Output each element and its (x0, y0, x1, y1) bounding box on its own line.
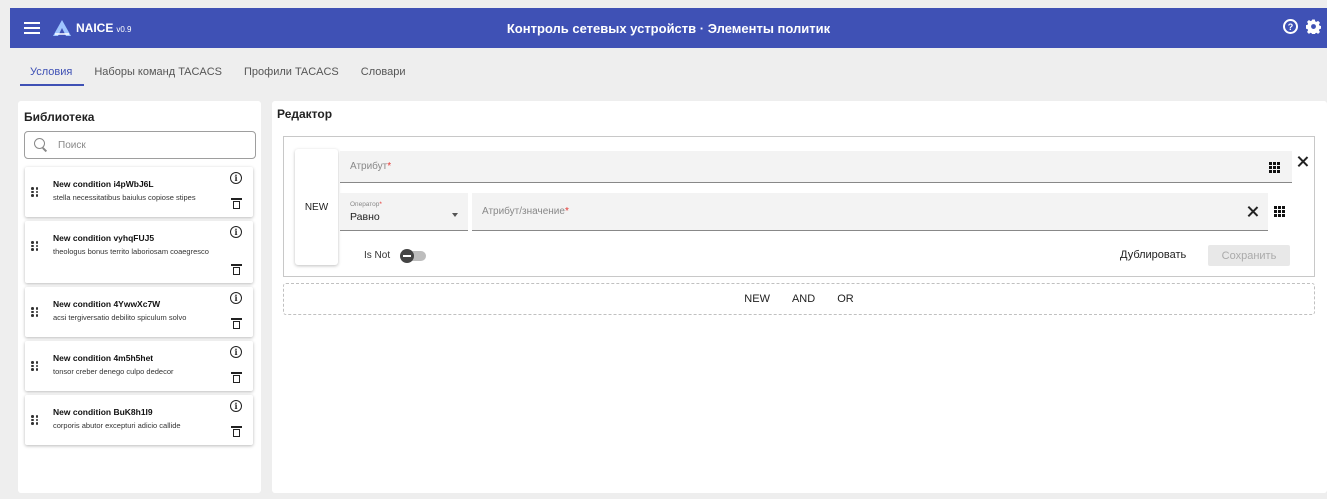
editor-title: Редактор (277, 107, 333, 121)
condition-description: theologus bonus territo laboriosam coaeg… (53, 247, 209, 256)
attribute-value-label: Атрибут/значение* (482, 206, 569, 217)
condition-item[interactable]: New condition vyhqFUJ5 theologus bonus t… (25, 221, 253, 283)
app-header: NAICE v0.9 Контроль сетевых устройств · Э… (10, 8, 1327, 48)
library-title: Библиотека (24, 110, 95, 124)
delete-icon[interactable] (231, 264, 242, 275)
condition-item[interactable]: New condition BuK8h1I9 corporis abutor e… (25, 395, 253, 445)
info-icon[interactable]: i (230, 292, 242, 304)
new-tag: NEW (295, 149, 338, 265)
grid-icon[interactable] (1269, 162, 1280, 173)
drag-handle-icon[interactable] (31, 241, 38, 251)
attribute-label: Атрибут* (350, 161, 392, 172)
tab-conditions[interactable]: Условия (20, 66, 85, 86)
delete-icon[interactable] (231, 198, 242, 209)
attribute-value-field[interactable]: Атрибут/значение* (472, 193, 1268, 231)
attribute-field[interactable]: Атрибут* (340, 151, 1292, 183)
delete-icon[interactable] (231, 318, 242, 329)
info-icon[interactable]: i (230, 346, 242, 358)
grid-icon[interactable] (1274, 206, 1285, 217)
tab-tacacs-command-sets[interactable]: Наборы команд TACACS (84, 66, 234, 86)
condition-description: corporis abutor excepturi adicio callide (53, 421, 181, 430)
condition-title: New condition i4pWbJ6L (53, 179, 154, 189)
add-new-button[interactable]: NEW (744, 293, 770, 305)
condition-description: stella necessitatibus baiulus copiose st… (53, 193, 196, 202)
tab-bar: Условия Наборы команд TACACS Профили TAC… (20, 66, 418, 86)
info-icon[interactable]: i (230, 226, 242, 238)
gear-icon[interactable] (1306, 19, 1321, 34)
condition-description: tonsor creber denego culpo dedecor (53, 367, 174, 376)
is-not-toggle[interactable] (400, 249, 426, 263)
drag-handle-icon[interactable] (31, 361, 38, 371)
operator-value: Равно (350, 211, 380, 223)
drag-handle-icon[interactable] (31, 307, 38, 317)
operator-select[interactable]: Оператор* Равно (340, 193, 468, 231)
delete-icon[interactable] (231, 426, 242, 437)
drag-handle-icon[interactable] (31, 187, 38, 197)
header-actions: ? (1283, 19, 1321, 34)
app-version: v0.9 (116, 25, 132, 34)
condition-title: New condition vyhqFUJ5 (53, 233, 155, 243)
search-input[interactable] (58, 139, 248, 151)
help-icon[interactable]: ? (1283, 19, 1298, 34)
editor-panel: Редактор NEW Атрибут* Оператор* Равно Ат… (272, 101, 1327, 493)
brand: NAICE v0.9 (76, 21, 131, 35)
close-icon[interactable] (1297, 156, 1308, 167)
tab-dictionaries[interactable]: Словари (351, 66, 418, 86)
condition-list: New condition i4pWbJ6L stella necessitat… (25, 167, 253, 449)
condition-item[interactable]: New condition 4m5h5het tonsor creber den… (25, 341, 253, 391)
logo-icon (53, 20, 71, 36)
menu-icon[interactable] (24, 22, 40, 34)
add-or-button[interactable]: OR (837, 293, 854, 305)
save-button[interactable]: Сохранить (1208, 245, 1290, 266)
is-not-label: Is Not (364, 250, 391, 261)
toggle-knob (400, 249, 414, 263)
delete-icon[interactable] (231, 372, 242, 383)
library-panel: Библиотека New condition i4pWbJ6L stella… (18, 101, 261, 493)
search-box (24, 131, 256, 159)
condition-title: New condition 4m5h5het (53, 353, 154, 363)
duplicate-button[interactable]: Дублировать (1120, 249, 1186, 261)
condition-item[interactable]: New condition 4YwwXc7W acsi tergiversati… (25, 287, 253, 337)
chevron-down-icon (452, 213, 458, 217)
rule-box: NEW Атрибут* Оператор* Равно Атрибут/зна… (283, 136, 1315, 277)
page-title: Контроль сетевых устройств · Элементы по… (506, 20, 831, 36)
condition-title: New condition BuK8h1I9 (53, 407, 153, 417)
condition-item[interactable]: New condition i4pWbJ6L stella necessitat… (25, 167, 253, 217)
tab-tacacs-profiles[interactable]: Профили TACACS (234, 66, 351, 86)
search-icon (34, 138, 48, 152)
info-icon[interactable]: i (230, 400, 242, 412)
add-and-button[interactable]: AND (792, 293, 815, 305)
drag-handle-icon[interactable] (31, 415, 38, 425)
condition-title: New condition 4YwwXc7W (53, 299, 161, 309)
app-name: NAICE (76, 21, 114, 35)
clear-icon[interactable] (1247, 206, 1258, 217)
info-icon[interactable]: i (230, 172, 242, 184)
condition-description: acsi tergiversatio debilito spiculum sol… (53, 313, 187, 322)
operator-label: Оператор* (350, 201, 382, 208)
add-condition-bar: NEW AND OR (283, 283, 1315, 315)
